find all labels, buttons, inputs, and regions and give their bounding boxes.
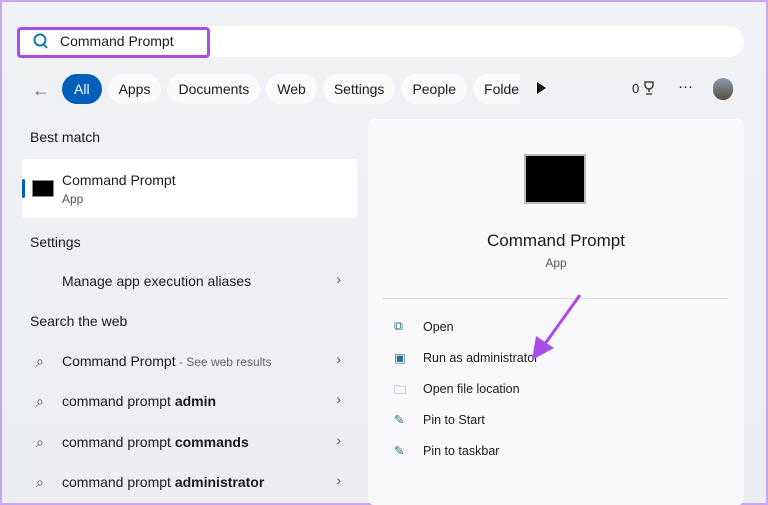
annotation-arrow-icon — [532, 294, 582, 360]
command-prompt-large-icon — [524, 154, 586, 204]
chip-settings[interactable]: Settings — [322, 74, 396, 104]
web-result-text: command prompt — [62, 474, 175, 490]
shield-window-icon: ▣ — [394, 351, 406, 365]
web-result-suffix: - See web results — [175, 355, 272, 369]
web-result-text: Command Prompt — [62, 353, 176, 369]
web-result-text: command prompt — [62, 393, 175, 409]
chip-all[interactable]: All — [62, 74, 102, 104]
pin-icon: ✎ — [394, 413, 405, 427]
avatar[interactable] — [713, 78, 733, 100]
rewards-points[interactable]: 0 — [632, 81, 655, 96]
start-search-window: Command Prompt ← All Apps Documents Web … — [2, 2, 766, 505]
web-result-item[interactable]: ⌕ command prompt commands › — [22, 425, 357, 459]
settings-item-label: Manage app execution aliases — [62, 273, 252, 289]
chip-apps[interactable]: Apps — [107, 74, 162, 104]
action-label: Open — [423, 320, 454, 334]
search-web-heading: Search the web — [30, 313, 128, 329]
web-result-bold: administrator — [174, 474, 265, 490]
details-subtitle: App — [545, 256, 567, 270]
chevron-right-icon: › — [336, 271, 341, 287]
open-external-icon: ⧉ — [394, 319, 403, 333]
chip-people[interactable]: People — [401, 74, 468, 104]
best-match-subtitle: App — [62, 192, 84, 206]
command-prompt-icon — [32, 180, 54, 197]
back-arrow-icon[interactable]: ← — [32, 80, 50, 101]
filter-chips: All Apps Documents Web Settings People F… — [62, 74, 520, 104]
chevron-right-icon: › — [336, 432, 341, 448]
chip-web[interactable]: Web — [266, 74, 317, 104]
chip-folders[interactable]: Folders — [473, 74, 520, 104]
search-icon: ⌕ — [36, 434, 44, 450]
details-title: Command Prompt — [487, 231, 625, 250]
web-result-bold: admin — [174, 393, 217, 409]
points-count: 0 — [632, 81, 640, 96]
settings-heading: Settings — [30, 234, 81, 250]
chip-documents[interactable]: Documents — [167, 74, 261, 104]
web-result-item[interactable]: ⌕ command prompt administrator › — [22, 465, 357, 499]
search-icon: ⌕ — [36, 474, 44, 490]
action-label: Open file location — [423, 382, 520, 396]
web-result-item[interactable]: ⌕ command prompt admin › — [22, 384, 357, 418]
best-match-title: Command Prompt — [62, 172, 176, 188]
chevron-right-icon: › — [336, 472, 341, 488]
action-label: Pin to Start — [423, 413, 485, 427]
trophy-icon — [644, 81, 654, 95]
more-options-icon[interactable]: ··· — [678, 78, 693, 95]
settings-item[interactable]: Manage app execution aliases › — [22, 264, 357, 298]
search-icon: ⌕ — [36, 393, 44, 409]
web-result-text: command prompt — [62, 434, 175, 450]
web-result-bold: commands — [174, 434, 249, 450]
chevron-right-icon: › — [336, 391, 341, 407]
pin-icon: ✎ — [394, 444, 405, 458]
best-match-item[interactable]: Command Prompt App — [22, 159, 357, 218]
highlight-box — [17, 27, 210, 58]
more-filters-play-icon[interactable] — [537, 82, 546, 94]
web-result-item[interactable]: ⌕ Command Prompt - See web results › — [22, 344, 357, 378]
search-icon: ⌕ — [36, 353, 44, 369]
selection-indicator — [22, 179, 25, 198]
best-match-heading: Best match — [30, 129, 101, 145]
folder-icon: 🗀 — [394, 383, 407, 397]
action-label: Pin to taskbar — [423, 444, 500, 458]
chevron-right-icon: › — [336, 351, 341, 367]
